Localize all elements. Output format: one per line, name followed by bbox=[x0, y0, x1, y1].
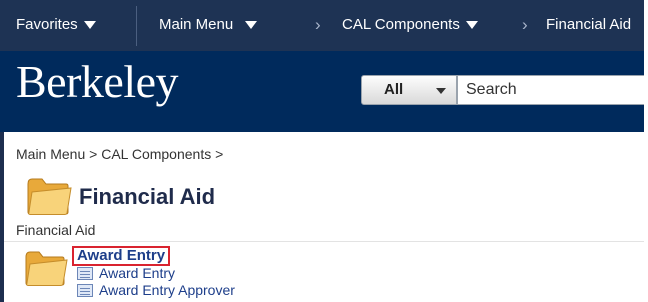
breadcrumb-main-menu[interactable]: Main Menu bbox=[16, 146, 85, 162]
page-title: Financial Aid bbox=[79, 184, 216, 209]
nav-separator bbox=[136, 6, 137, 46]
search-scope-label: All bbox=[384, 81, 404, 98]
main-menu-label: Main Menu bbox=[159, 16, 234, 33]
berkeley-logo[interactable]: Berkeley bbox=[16, 55, 179, 108]
award-entry-link[interactable]: Award Entry bbox=[99, 265, 175, 281]
chevron-down-icon bbox=[245, 20, 258, 29]
cal-components-menu[interactable]: CAL Components bbox=[342, 16, 478, 33]
favorites-menu[interactable]: Favorites bbox=[16, 16, 96, 33]
financial-aid-menu[interactable]: Financial Aid bbox=[546, 16, 631, 33]
folder-icon bbox=[25, 251, 68, 286]
breadcrumb-separator: > bbox=[89, 146, 98, 162]
header-bar: Berkeley All bbox=[0, 51, 644, 132]
page-subtitle: Financial Aid bbox=[16, 222, 96, 238]
breadcrumb-cal-components[interactable]: CAL Components bbox=[101, 146, 211, 162]
chevron-right-icon: › bbox=[315, 15, 321, 34]
chevron-down-icon bbox=[83, 20, 96, 29]
chevron-down-icon bbox=[436, 88, 446, 94]
divider bbox=[4, 241, 644, 242]
award-entry-approver-link[interactable]: Award Entry Approver bbox=[99, 282, 235, 298]
search-input[interactable] bbox=[457, 75, 644, 105]
breadcrumb-separator: > bbox=[215, 146, 224, 162]
chevron-down-icon bbox=[465, 20, 478, 29]
list-item[interactable]: Award Entry bbox=[77, 265, 175, 281]
cal-components-label: CAL Components bbox=[342, 16, 460, 33]
page-icon bbox=[77, 266, 93, 280]
top-nav-bar: Favorites Main Menu › CAL Components › F… bbox=[0, 0, 644, 51]
page-icon bbox=[77, 283, 93, 297]
award-entry-section-link[interactable]: Award Entry bbox=[72, 246, 171, 266]
folder-icon bbox=[27, 178, 72, 215]
search-scope-dropdown[interactable]: All bbox=[361, 75, 457, 105]
financial-aid-label: Financial Aid bbox=[546, 16, 632, 33]
list-item[interactable]: Award Entry Approver bbox=[77, 282, 235, 298]
favorites-label: Favorites bbox=[16, 16, 78, 33]
chevron-right-icon: › bbox=[522, 15, 528, 34]
breadcrumb: Main Menu > CAL Components > bbox=[16, 146, 223, 162]
main-menu[interactable]: Main Menu bbox=[159, 16, 258, 33]
